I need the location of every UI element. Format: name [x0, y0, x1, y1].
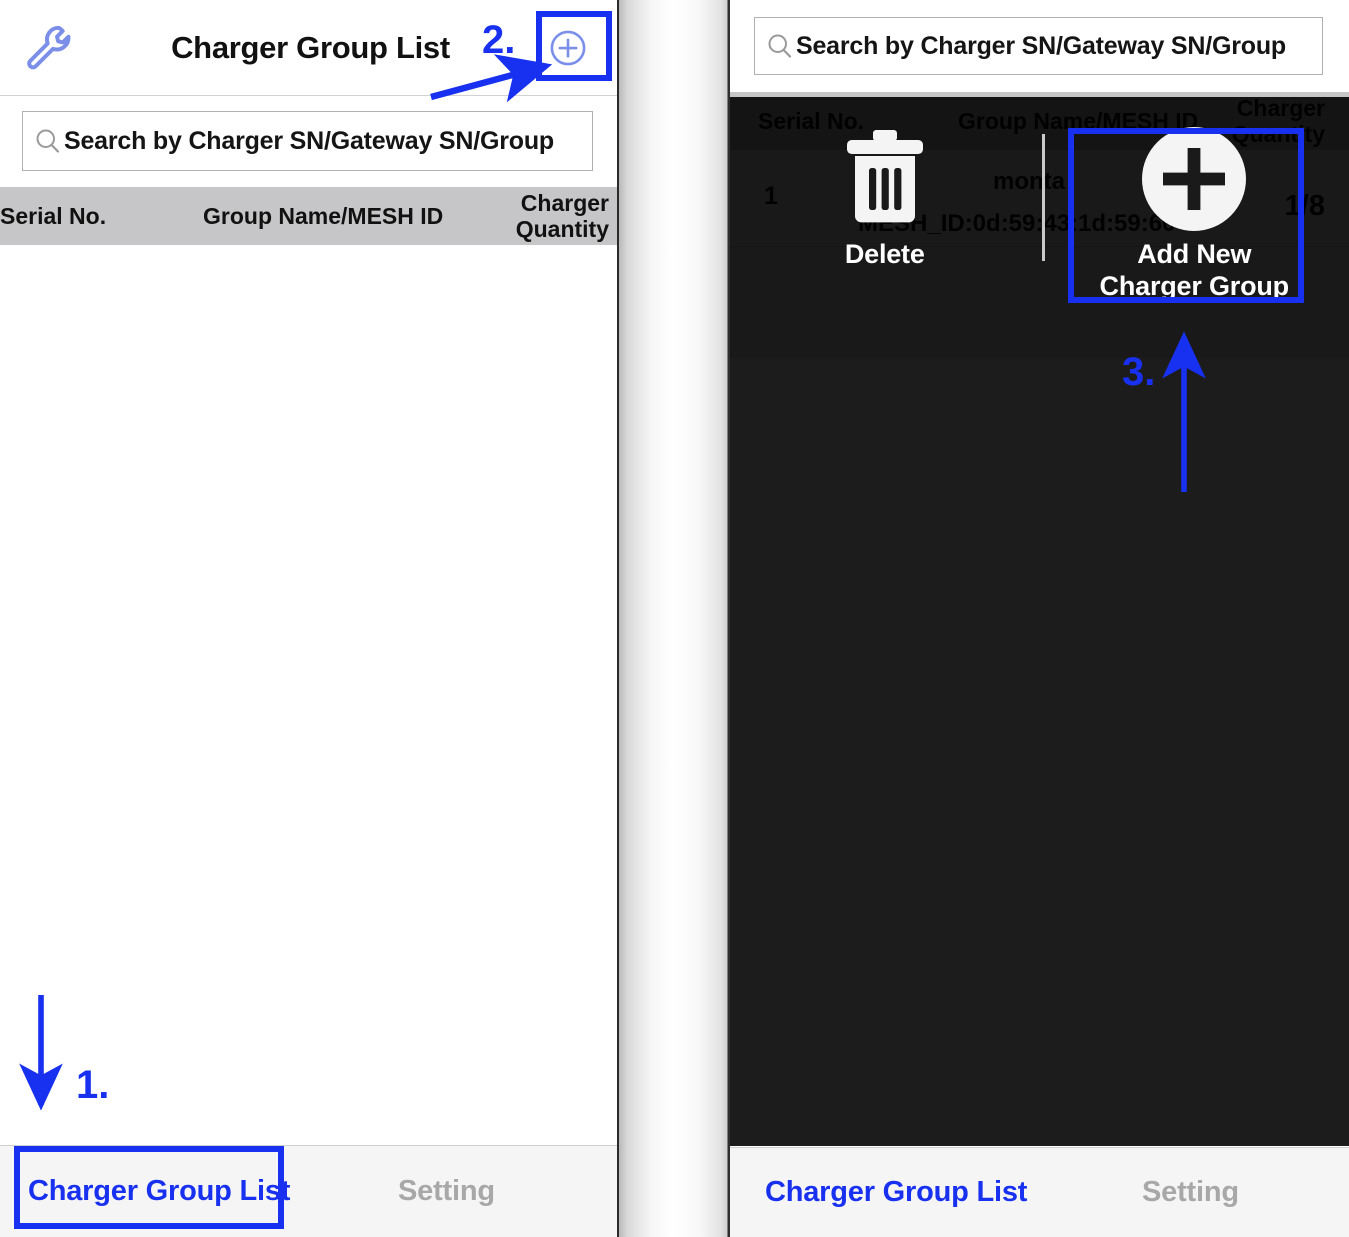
phone-screen-right: Charger Group List Search by C: [730, 0, 1349, 1237]
search-input[interactable]: Search by Charger SN/Gateway SN/Group: [22, 111, 593, 171]
screenshot-page: Charger Group List Search by Charger SN/…: [0, 0, 1349, 1237]
tab-setting[interactable]: Setting: [398, 1175, 495, 1208]
column-header-serial-no: Serial No.: [0, 203, 107, 229]
column-header-charger-quantity: Charger Quantity: [516, 190, 609, 242]
action-add-new-label-line1: Add New: [1137, 239, 1252, 269]
search-placeholder-text: Search by Charger SN/Gateway SN/Group: [796, 31, 1286, 60]
search-placeholder-text: Search by Charger SN/Gateway SN/Group: [64, 126, 554, 155]
phone-screen-left: Charger Group List Search by Charger SN/…: [0, 0, 617, 1237]
action-delete-label: Delete: [844, 239, 925, 269]
table-header-left: Serial No. Group Name/MESH ID Charger Qu…: [0, 187, 617, 245]
screen-body-right: Search by Charger SN/Gateway SN/Group Se…: [730, 0, 1349, 1146]
search-icon: [765, 31, 795, 61]
panel-separator-gutter: [617, 0, 730, 1237]
action-delete[interactable]: Delete: [730, 120, 1040, 310]
page-title: Charger Group List: [171, 29, 450, 65]
column-header-charger-quantity-line2: Quantity: [515, 216, 609, 242]
column-header-charger-quantity-line1: Charger: [520, 190, 609, 216]
search-area-right: Search by Charger SN/Gateway SN/Group: [730, 0, 1349, 92]
tabbar-right: Charger Group List Setting: [730, 1147, 1349, 1237]
plus-circle-filled-icon: [1142, 120, 1247, 238]
tab-charger-group-list[interactable]: Charger Group List: [765, 1176, 1027, 1209]
search-icon: [33, 126, 63, 156]
action-add-new-label-line2: Charger Group: [1099, 271, 1290, 301]
tabbar-left: Charger Group List Setting: [0, 1145, 617, 1237]
action-sheet: Delete Add New Charger Group: [730, 120, 1349, 310]
search-input[interactable]: Search by Charger SN/Gateway SN/Group: [754, 17, 1323, 75]
action-sheet-divider: [1042, 134, 1045, 261]
search-area-left: Search by Charger SN/Gateway SN/Group: [0, 96, 617, 187]
modal-dim-overlay-lower[interactable]: [730, 358, 1349, 1146]
navbar-left: Charger Group List: [0, 0, 617, 96]
column-header-group-name: Group Name/MESH ID: [203, 203, 444, 229]
trash-icon: [839, 120, 931, 238]
wrench-icon[interactable]: [22, 22, 74, 74]
action-add-new-charger-group[interactable]: Add New Charger Group: [1040, 120, 1349, 310]
tab-charger-group-list[interactable]: Charger Group List: [28, 1175, 290, 1208]
tab-setting[interactable]: Setting: [1142, 1176, 1239, 1209]
add-charger-group-button[interactable]: [547, 27, 589, 69]
